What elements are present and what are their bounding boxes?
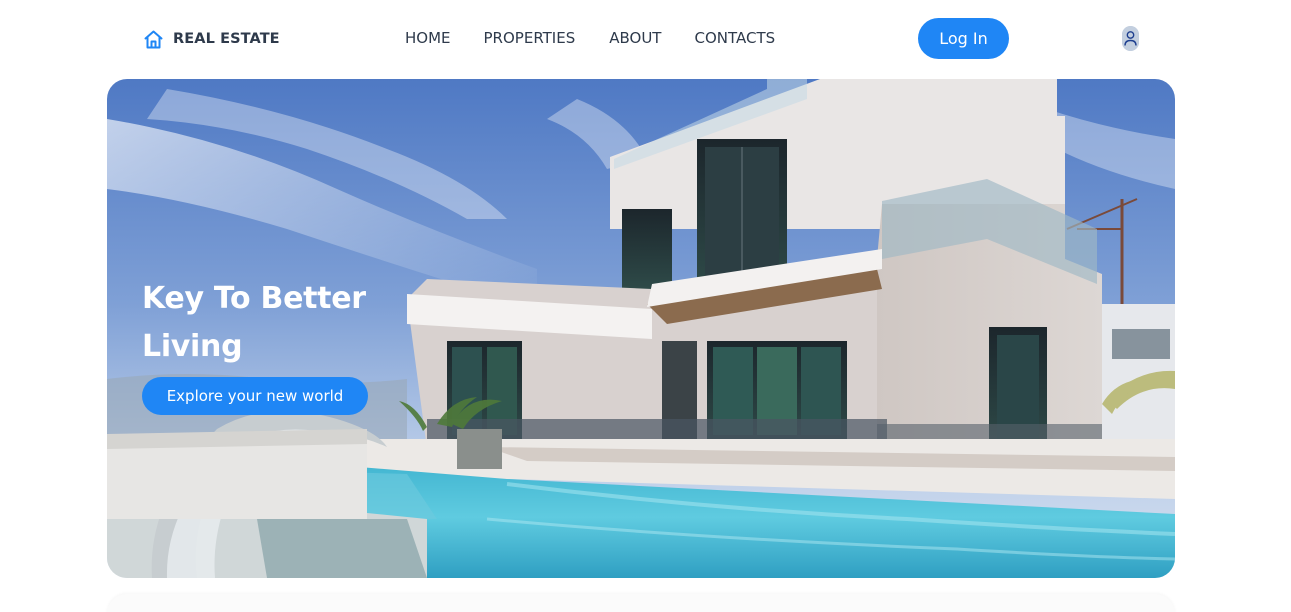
brand-logo[interactable]: REAL ESTATE <box>143 27 280 51</box>
nav-about[interactable]: ABOUT <box>609 29 661 47</box>
nav-home[interactable]: HOME <box>405 29 451 47</box>
main-nav: HOME PROPERTIES ABOUT CONTACTS <box>405 29 775 47</box>
hero-banner: Key To Better Living Explore your new wo… <box>107 79 1175 578</box>
brand-name: REAL ESTATE <box>173 31 280 47</box>
explore-button[interactable]: Explore your new world <box>142 377 368 415</box>
nav-contacts[interactable]: CONTACTS <box>694 29 775 47</box>
nav-properties[interactable]: PROPERTIES <box>484 29 576 47</box>
next-section-card <box>107 594 1175 612</box>
hero-title: Key To Better Living <box>142 281 366 364</box>
house-icon <box>143 29 164 50</box>
navbar: REAL ESTATE HOME PROPERTIES ABOUT CONTAC… <box>0 0 1291 78</box>
login-button[interactable]: Log In <box>918 18 1009 59</box>
user-avatar-icon[interactable] <box>1122 26 1139 51</box>
